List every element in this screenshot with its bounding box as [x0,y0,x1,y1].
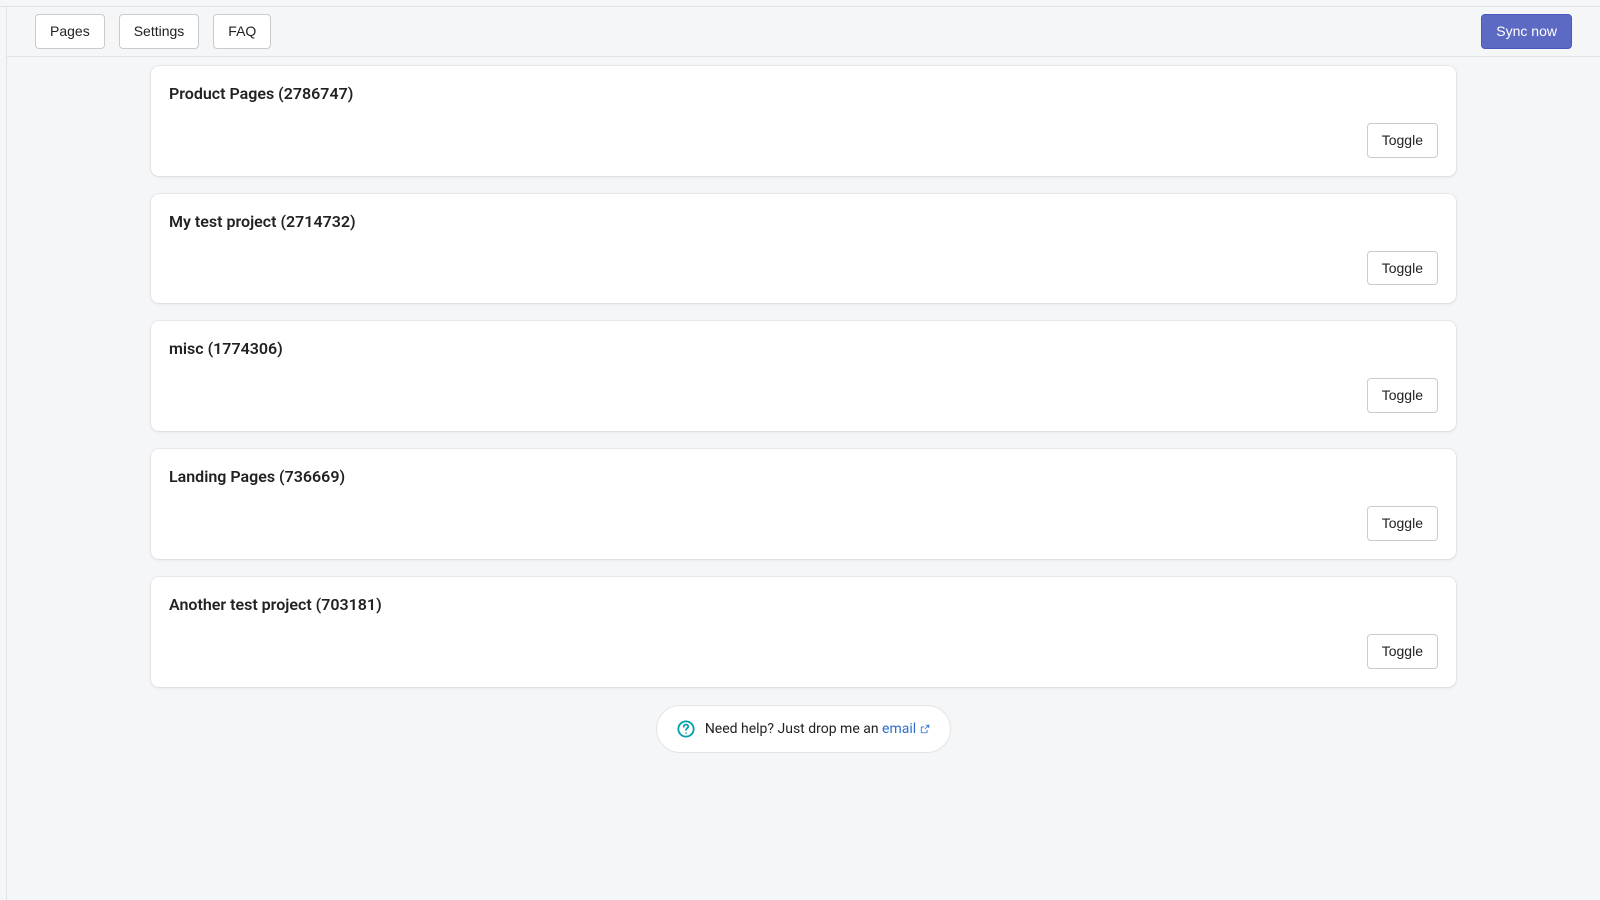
pages-button[interactable]: Pages [35,14,105,49]
help-text: Need help? Just drop me an email [705,721,930,737]
toggle-button[interactable]: Toggle [1367,123,1438,158]
project-card: misc (1774306) Toggle [151,321,1456,431]
toggle-button[interactable]: Toggle [1367,634,1438,669]
project-card-title: misc (1774306) [169,339,1438,358]
toggle-button[interactable]: Toggle [1367,251,1438,286]
project-card-title: My test project (2714732) [169,212,1438,231]
sync-now-button[interactable]: Sync now [1481,14,1572,49]
project-card-title: Another test project (703181) [169,595,1438,614]
external-link-icon [920,724,930,734]
toggle-button[interactable]: Toggle [1367,506,1438,541]
help-pill: Need help? Just drop me an email [656,705,951,753]
project-card-title: Product Pages (2786747) [169,84,1438,103]
left-gutter [0,7,7,900]
settings-button[interactable]: Settings [119,14,200,49]
help-prefix: Need help? Just drop me an [705,721,882,737]
question-circle-icon [677,720,695,738]
project-card: My test project (2714732) Toggle [151,194,1456,304]
faq-button[interactable]: FAQ [213,14,271,49]
toolbar: Pages Settings FAQ Sync now [7,7,1600,57]
help-link-text: email [882,721,916,737]
project-card: Product Pages (2786747) Toggle [151,66,1456,176]
help-email-link[interactable]: email [882,721,930,737]
project-card: Another test project (703181) Toggle [151,577,1456,687]
toggle-button[interactable]: Toggle [1367,378,1438,413]
page-content: Product Pages (2786747) Toggle My test p… [7,57,1600,783]
project-card: Landing Pages (736669) Toggle [151,449,1456,559]
topbar-placeholder [0,0,1600,7]
project-card-title: Landing Pages (736669) [169,467,1438,486]
